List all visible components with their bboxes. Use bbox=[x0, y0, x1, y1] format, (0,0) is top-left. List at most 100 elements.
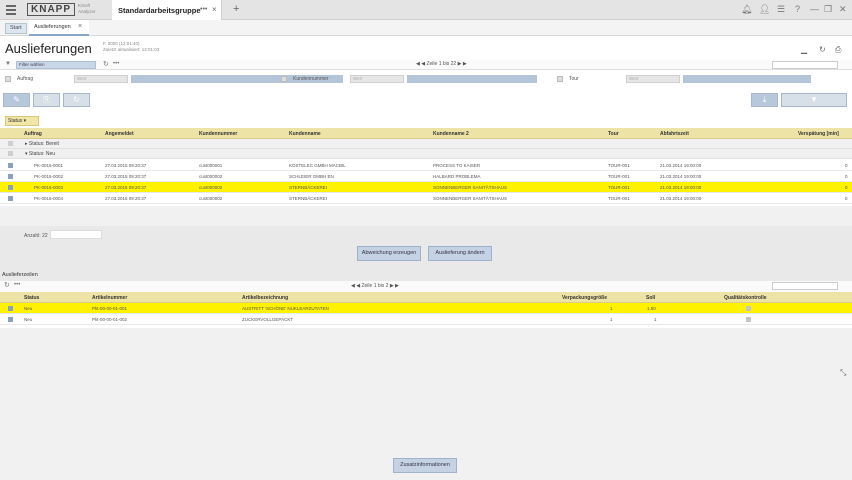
user-icon[interactable]: 👤︎ bbox=[759, 4, 770, 15]
criteria-bar-tour[interactable] bbox=[683, 75, 811, 83]
column-header-angemeldet[interactable]: Angemeldet bbox=[105, 131, 134, 137]
cell-abfahrtszeit: 21.03.2014 19:00:00 bbox=[660, 196, 702, 201]
status-group-chip[interactable]: Status ▾ bbox=[5, 116, 39, 126]
cell-soll: 1.50 bbox=[647, 306, 656, 311]
pager[interactable]: ◀ ◀ Zeile 1 bis 22 ▶ ▶ bbox=[416, 61, 467, 67]
column-header-status[interactable]: Status bbox=[24, 295, 39, 301]
detail-row-selected[interactable]: Neu Pkt-00-00-01-001 AUSTRITT 'SCHÖNE' N… bbox=[0, 303, 852, 314]
collapse-icon: ▾ bbox=[25, 151, 28, 157]
criteria-input-tour[interactable]: Wert bbox=[626, 75, 680, 83]
column-header-artikelbezeichnung[interactable]: Artikelbezeichnung bbox=[242, 295, 288, 301]
row-checkbox[interactable] bbox=[8, 163, 13, 168]
print-icon[interactable]: ⎙ bbox=[835, 45, 841, 55]
cell-tour: TOUR-001 bbox=[608, 163, 630, 168]
close-icon[interactable]: ✕ bbox=[839, 4, 847, 15]
detail-pager[interactable]: ◀ ◀ Zeile 1 bis 2 ▶ ▶ bbox=[351, 283, 399, 289]
pin-icon[interactable]: ⤡ bbox=[840, 368, 846, 378]
detail-refresh-icon[interactable]: ↻ bbox=[4, 281, 10, 289]
subtab-start[interactable]: Start bbox=[5, 23, 27, 34]
group-label: ▸ Status: Bereit bbox=[25, 141, 59, 147]
cell-auftrag: PK-0015-0003 bbox=[34, 185, 64, 190]
cell-auftrag: PK-0015-0004 bbox=[34, 196, 64, 201]
help-icon[interactable]: ? bbox=[795, 4, 800, 14]
column-header-soll[interactable]: Soll bbox=[646, 295, 655, 301]
column-header-kundenname[interactable]: Kundenname bbox=[289, 131, 321, 137]
criteria-label-auftrag: Auftrag bbox=[17, 76, 34, 82]
group-checkbox[interactable] bbox=[8, 141, 13, 146]
detail-toolbar: ↻ ••• ◀ ◀ Zeile 1 bis 2 ▶ ▶ bbox=[0, 281, 852, 292]
change-delivery-button[interactable]: Auslieferung ändern bbox=[428, 246, 492, 261]
row-checkbox[interactable] bbox=[8, 174, 13, 179]
cell-artikelnummer: Pkt-00-00-01-002 bbox=[92, 317, 128, 322]
group-row-neu[interactable]: ▾ Status: Neu bbox=[0, 149, 852, 159]
column-header-auftrag[interactable]: Auftrag bbox=[24, 131, 42, 137]
criteria-checkbox-auftrag[interactable] bbox=[5, 76, 11, 82]
subtab-close-icon[interactable]: × bbox=[78, 23, 82, 30]
group-label: ▾ Status: Neu bbox=[25, 151, 55, 157]
column-header-artikelnummer[interactable]: Artikelnummer bbox=[92, 295, 127, 301]
additional-info-button[interactable]: Zusatzinformationen bbox=[393, 458, 457, 473]
export-button[interactable]: ⎘ bbox=[33, 93, 60, 107]
download-button[interactable]: ⤓ bbox=[751, 93, 778, 107]
page-subtitle: F. 0000 (12:01:40) Zuletzt aktualisiert:… bbox=[103, 41, 159, 53]
column-header-verpackungsgroesse[interactable]: Verpackungsgröße bbox=[562, 295, 607, 301]
reload-icon: ↻ bbox=[73, 95, 80, 104]
column-header-tour[interactable]: Tour bbox=[608, 131, 619, 137]
minimize-panel-icon[interactable]: ▁ bbox=[801, 45, 807, 54]
edit-button[interactable]: ✎ bbox=[3, 93, 30, 107]
cell-verpackungsgroesse: 1 bbox=[610, 306, 613, 311]
row-checkbox-checked[interactable] bbox=[8, 306, 13, 311]
cell-status: Neu bbox=[24, 317, 33, 322]
quality-check-checkbox[interactable] bbox=[746, 317, 751, 322]
criteria-input-auftrag[interactable]: Wert bbox=[74, 75, 128, 83]
column-header-kundenname-2[interactable]: Kundenname 2 bbox=[433, 131, 469, 137]
detail-section-title: Auslieferzeilen bbox=[2, 272, 38, 278]
filter-refresh-icon[interactable]: ↻ bbox=[103, 60, 109, 68]
cell-abfahrtszeit: 21.03.2014 19:00:00 bbox=[660, 163, 702, 168]
filter-button[interactable]: ▼ bbox=[781, 93, 847, 107]
filter-more-icon[interactable]: ••• bbox=[113, 61, 119, 67]
export-icon: ⎘ bbox=[43, 95, 50, 104]
column-header-qualitaetskontrolle[interactable]: Qualitätskontrolle bbox=[724, 295, 767, 301]
criteria-checkbox-tour[interactable] bbox=[557, 76, 563, 82]
detail-search-input[interactable] bbox=[772, 282, 838, 290]
tab-close-icon[interactable]: × bbox=[212, 5, 217, 14]
tab-more-icon[interactable]: ••• bbox=[200, 6, 207, 13]
table-row-selected[interactable]: PK-0015-0003 27.03.2015 09:20:37 cust000… bbox=[0, 182, 852, 193]
restore-icon[interactable]: ❐ bbox=[824, 4, 832, 15]
column-header-abfahrtszeit[interactable]: Abfahrtszeit bbox=[660, 131, 689, 137]
column-header-verspaetung[interactable]: Verspätung [min] bbox=[798, 131, 839, 137]
create-deviation-button[interactable]: Abweichung erzeugen bbox=[357, 246, 421, 261]
add-tab-icon[interactable]: + bbox=[233, 3, 239, 15]
minimize-icon[interactable]: — bbox=[810, 4, 819, 14]
table-row[interactable]: PK-0015-0002 27.03.2015 09:20:37 cust000… bbox=[0, 171, 852, 182]
list-icon[interactable]: ☰ bbox=[777, 4, 785, 15]
quality-check-checkbox[interactable] bbox=[746, 306, 751, 311]
reload-button[interactable]: ↻ bbox=[63, 93, 90, 107]
subtab-auslieferungen[interactable]: Auslieferungen × bbox=[29, 20, 89, 36]
criteria-row: Auftrag Wert Kundennummer Wert Tour Wert bbox=[0, 70, 852, 88]
bell-icon[interactable]: 🔔︎ bbox=[741, 4, 752, 15]
tab-standardarbeitsgruppe[interactable]: Standardarbeitsgruppe ••• × bbox=[112, 0, 222, 20]
row-checkbox-checked[interactable] bbox=[8, 185, 13, 190]
detail-row[interactable]: Neu Pkt-00-00-01-002 ZUCKERVOLLGEPACKT 1… bbox=[0, 314, 852, 325]
cell-abfahrtszeit: 21.03.2014 19:00:00 bbox=[660, 185, 702, 190]
criteria-checkbox-kundennummer[interactable] bbox=[281, 76, 287, 82]
row-checkbox[interactable] bbox=[8, 317, 13, 322]
criteria-bar-kundennummer[interactable] bbox=[407, 75, 537, 83]
refresh-icon[interactable]: ↻ bbox=[819, 45, 826, 54]
count-area bbox=[0, 206, 852, 226]
top-app-bar: KNAPP KiSoft Analyzer Standardarbeitsgru… bbox=[0, 0, 852, 20]
filter-select[interactable]: Filter wählen bbox=[16, 61, 96, 69]
column-header-kundennummer[interactable]: Kundennummer bbox=[199, 131, 237, 137]
group-checkbox[interactable] bbox=[8, 151, 13, 156]
page-header: Auslieferungen F. 0000 (12:01:40) Zuletz… bbox=[0, 36, 852, 60]
search-input[interactable] bbox=[772, 61, 838, 69]
criteria-input-kundennummer[interactable]: Wert bbox=[350, 75, 404, 83]
table-row[interactable]: PK-0015-0001 27.03.2015 09:20:37 cust000… bbox=[0, 160, 852, 171]
detail-more-icon[interactable]: ••• bbox=[14, 282, 20, 288]
row-checkbox[interactable] bbox=[8, 196, 13, 201]
table-row[interactable]: PK-0015-0004 27.03.2015 09:20:37 cust000… bbox=[0, 193, 852, 204]
group-row-bereit[interactable]: ▸ Status: Bereit bbox=[0, 139, 852, 149]
menu-icon[interactable] bbox=[6, 5, 16, 15]
